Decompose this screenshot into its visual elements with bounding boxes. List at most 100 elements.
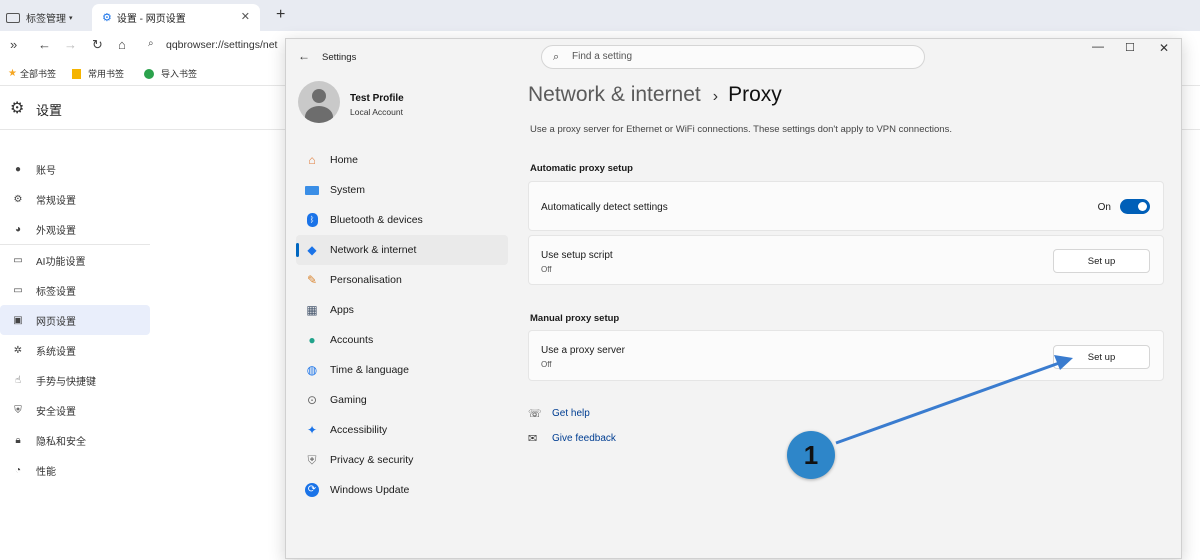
nav-label: 系统设置 [36,346,76,358]
auto-detect-toggle[interactable] [1120,199,1150,214]
gamepad-icon: ⊙ [306,393,318,407]
nav-label: Time & language [330,364,409,376]
nav-item-appearance[interactable]: ◕ 外观设置 [0,214,150,244]
nav-label: 性能 [36,466,56,478]
nav-label: 手势与快捷键 [36,376,96,388]
bookmark-all[interactable]: ★ 全部书签 [8,67,56,80]
tab-icon: ▭ [13,284,23,296]
nav-item-bluetooth[interactable]: ᛒ Bluetooth & devices [296,205,508,235]
tab-manager[interactable]: 标签管理 ▾ [6,4,90,31]
system-gear-icon: ✲ [13,344,23,356]
give-feedback-link[interactable]: ✉ Give feedback [528,432,616,445]
new-tab-button[interactable]: + [276,6,285,24]
nav-item-accounts[interactable]: ● Accounts [296,325,508,355]
link-label: Give feedback [552,433,616,444]
sidebar-toggle-icon[interactable]: » [10,37,17,52]
profile-type: Local Account [350,107,403,117]
get-help-link[interactable]: ☏ Get help [528,407,590,420]
tab-label: 设置 - 网页设置 [116,14,186,25]
palette-icon: ◕ [14,223,22,235]
accounts-icon: ● [308,333,316,347]
feedback-icon: ✉ [528,433,538,445]
nav-item-privacy[interactable]: 🔒︎ 隐私和安全 [0,425,150,455]
nav-item-personalisation[interactable]: ✎ Personalisation [296,265,508,295]
nav-item-apps[interactable]: ▦ Apps [296,295,508,325]
gear-icon: ⚙ [13,193,23,205]
bookmark-label: 导入书签 [161,69,198,79]
link-label: Get help [552,408,590,419]
auto-detect-card: Automatically detect settings On [528,181,1164,231]
brush-icon: ✎ [306,273,318,287]
page-description: Use a proxy server for Ethernet or WiFi … [530,124,952,135]
forward-icon[interactable]: → [64,37,77,52]
nav-label: 隐私和安全 [36,436,86,448]
bookmark-icon [72,68,81,79]
nav-label: 网页设置 [36,316,76,328]
bookmark-label: 常用书签 [88,69,125,79]
nav-item-time-language[interactable]: ◍ Time & language [296,355,508,385]
page-title: Proxy [728,83,782,106]
nav-label: 标签设置 [36,286,76,298]
nav-label: Accessibility [330,424,388,436]
setting-status: Off [541,265,552,274]
nav-item-system[interactable]: System [296,175,508,205]
nav-item-gaming[interactable]: ⊙ Gaming [296,385,508,415]
nav-item-account[interactable]: ● 账号 [0,154,150,184]
nav-item-network[interactable]: ◆ Network & internet [296,235,508,265]
update-icon: ⟳ [304,482,320,498]
nav-label: Privacy & security [330,454,414,466]
setting-label: Use a proxy server [541,345,625,356]
nav-item-performance[interactable]: ◔ 性能 [0,455,150,485]
hand-icon: ☝ [14,374,22,386]
nav-item-windows-update[interactable]: ⟳ Windows Update [296,475,508,505]
back-icon[interactable]: ← [38,37,51,52]
bookmark-import[interactable]: 导入书签 [144,67,197,80]
nav-item-webpage[interactable]: ▣ 网页设置 [0,305,150,335]
nav-item-home[interactable]: ⌂ Home [296,145,508,175]
avatar [298,81,340,123]
close-tab-icon[interactable]: ✕ [241,10,250,23]
import-icon [144,68,154,79]
nav-label: 常规设置 [36,195,76,207]
home-icon[interactable]: ⌂ [118,37,126,52]
nav-item-system[interactable]: ✲ 系统设置 [0,335,150,365]
browser-tab-bar: 标签管理 ▾ ⚙ 设置 - 网页设置 ✕ + [0,0,1200,31]
nav-label: 账号 [36,165,56,177]
breadcrumb-parent[interactable]: Network & internet [528,83,701,106]
bookmark-common[interactable]: 常用书签 [72,67,124,80]
address-bar[interactable]: qqbrowser://settings/net [166,39,277,51]
tab-manager-icon [6,12,20,23]
nav-label: 外观设置 [36,225,76,237]
nav-label: AI功能设置 [36,256,86,268]
nav-item-privacy[interactable]: ⛨ Privacy & security [296,445,508,475]
page-title: 设置 [36,103,63,118]
nav-item-security[interactable]: ⛨ 安全设置 [0,395,150,425]
back-arrow-icon[interactable]: ← [298,49,310,63]
webpage-icon: ▣ [13,314,23,326]
chevron-down-icon[interactable]: ▾ [69,14,73,22]
shield-icon: ⛨ [14,404,22,416]
shield-icon: ⛨ [307,452,317,467]
nav-item-accessibility[interactable]: ✦ Accessibility [296,415,508,445]
setup-script-button[interactable]: Set up [1053,249,1150,273]
nav-label: Windows Update [330,484,410,496]
gauge-icon: ◔ [14,464,22,476]
nav-label: System [330,184,366,196]
nav-item-tabs[interactable]: ▭ 标签设置 [0,275,150,305]
search-icon: ⌕ [148,38,154,49]
proxy-setup-button[interactable]: Set up [1053,345,1150,369]
tab-label: 标签管理 [26,14,66,25]
person-icon: ● [14,163,22,175]
proxy-page: Network & internet › Proxy Use a proxy ser… [528,39,1168,560]
nav-item-ai[interactable]: ▭ AI功能设置 [0,245,150,275]
tab-settings[interactable]: ⚙ 设置 - 网页设置 ✕ [92,4,260,31]
proxy-server-card: Use a proxy server Off Set up [528,330,1164,381]
bluetooth-icon: ᛒ [304,212,320,228]
setup-script-card: Use setup script Off Set up [528,235,1164,285]
window-title: Settings [322,52,357,63]
ai-icon: ▭ [13,254,23,266]
nav-item-gestures[interactable]: ☝ 手势与快捷键 [0,365,150,395]
nav-item-general[interactable]: ⚙ 常规设置 [0,184,150,214]
reload-icon[interactable]: ↻ [92,37,103,53]
gear-icon: ⚙ [102,12,112,24]
